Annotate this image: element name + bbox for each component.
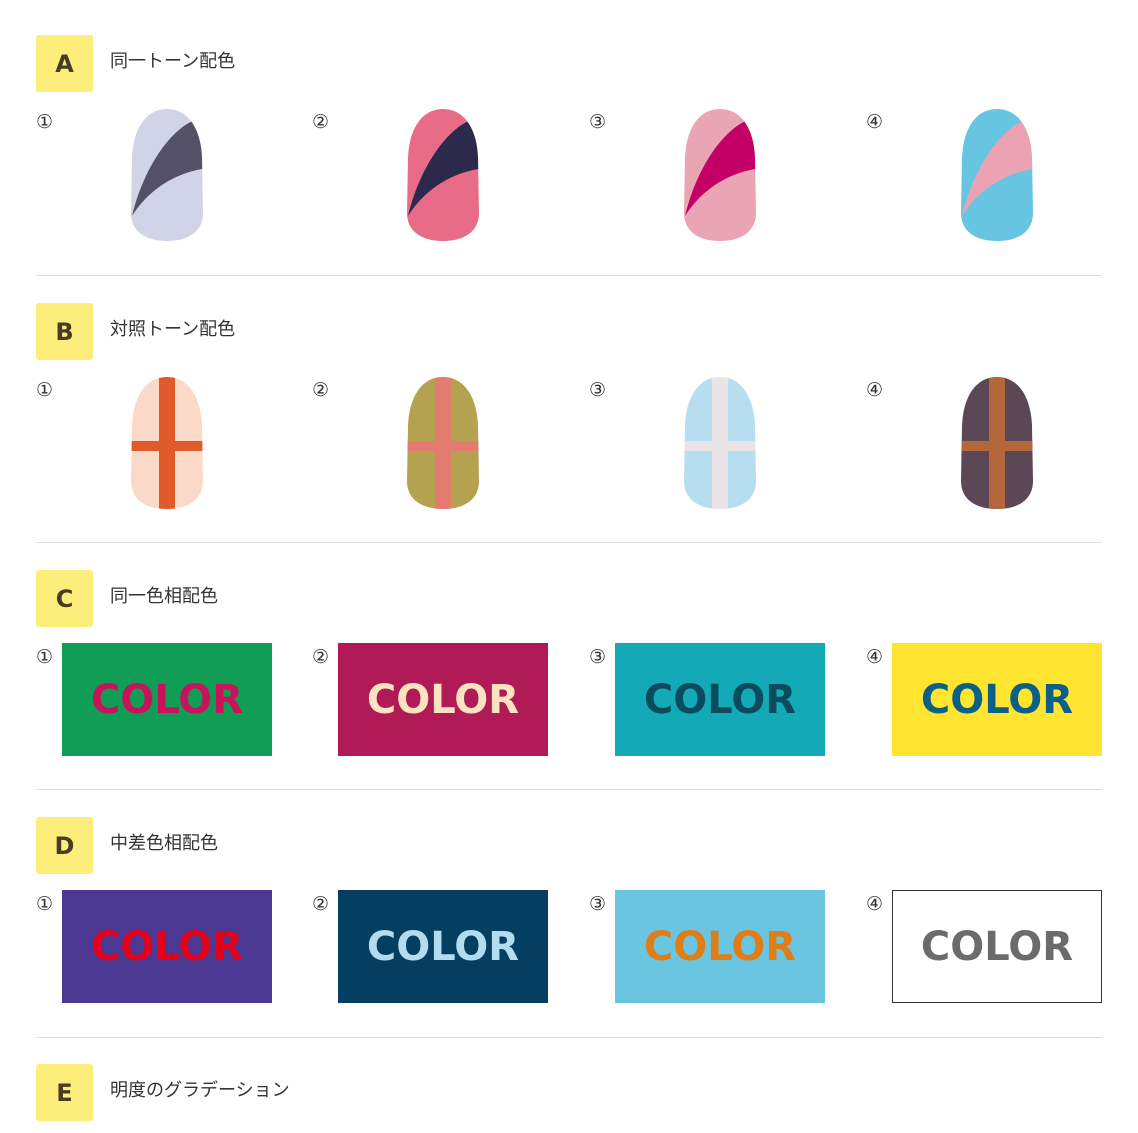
nail-cross-illustration (961, 377, 1033, 509)
nail-cross-illustration (684, 377, 756, 509)
section-badge: D (36, 817, 93, 874)
swatch-text: COLOR (920, 923, 1074, 970)
section-title: 同一トーン配色 (110, 51, 236, 72)
section-e: E 明度のグラデーション (36, 1064, 1102, 1124)
item-number: ② (312, 646, 330, 668)
section-badge: B (36, 303, 93, 360)
item-number: ③ (589, 646, 607, 668)
divider (36, 275, 1102, 276)
swatch-text: COLOR (366, 923, 520, 970)
item-number: ④ (866, 646, 884, 668)
item-number: ① (36, 111, 54, 133)
section-title: 対照トーン配色 (110, 319, 236, 340)
divider (36, 542, 1102, 543)
item-number: ④ (866, 379, 884, 401)
color-swatch: COLOR (62, 643, 272, 756)
swatch-text: COLOR (920, 676, 1074, 723)
item-number: ② (312, 111, 330, 133)
item-number: ③ (589, 893, 607, 915)
swatch-text: COLOR (643, 923, 797, 970)
divider (36, 1037, 1102, 1038)
item-number: ③ (589, 379, 607, 401)
nail-diagonal-illustration (684, 109, 756, 241)
nail-diagonal-illustration (131, 109, 203, 241)
nail-horizontal-stripe (961, 441, 1033, 451)
section-badge: E (36, 1064, 93, 1121)
item-number: ④ (866, 893, 884, 915)
color-swatch: COLOR (338, 890, 548, 1003)
color-swatch: COLOR (338, 643, 548, 756)
color-swatch: COLOR (892, 643, 1102, 756)
color-swatch: COLOR (615, 890, 825, 1003)
item-number: ① (36, 646, 54, 668)
nail-horizontal-stripe (684, 441, 756, 451)
divider (36, 789, 1102, 790)
nail-cross-illustration (131, 377, 203, 509)
section-title: 中差色相配色 (110, 833, 218, 854)
swatch-text: COLOR (90, 923, 244, 970)
nail-cross-illustration (407, 377, 479, 509)
nail-horizontal-stripe (131, 441, 203, 451)
swatch-text: COLOR (366, 676, 520, 723)
item-number: ④ (866, 111, 884, 133)
color-swatch: COLOR (615, 643, 825, 756)
section-badge: C (36, 570, 93, 627)
color-swatch: COLOR (892, 890, 1102, 1003)
item-number: ② (312, 379, 330, 401)
section-badge: A (36, 35, 93, 92)
nail-diagonal-illustration (961, 109, 1033, 241)
item-number: ① (36, 379, 54, 401)
swatch-text: COLOR (90, 676, 244, 723)
section-title: 明度のグラデーション (110, 1080, 290, 1101)
color-swatch: COLOR (62, 890, 272, 1003)
swatch-text: COLOR (643, 676, 797, 723)
item-number: ② (312, 893, 330, 915)
nail-diagonal-illustration (407, 109, 479, 241)
nail-horizontal-stripe (407, 441, 479, 451)
section-title: 同一色相配色 (110, 586, 218, 607)
item-number: ① (36, 893, 54, 915)
item-number: ③ (589, 111, 607, 133)
